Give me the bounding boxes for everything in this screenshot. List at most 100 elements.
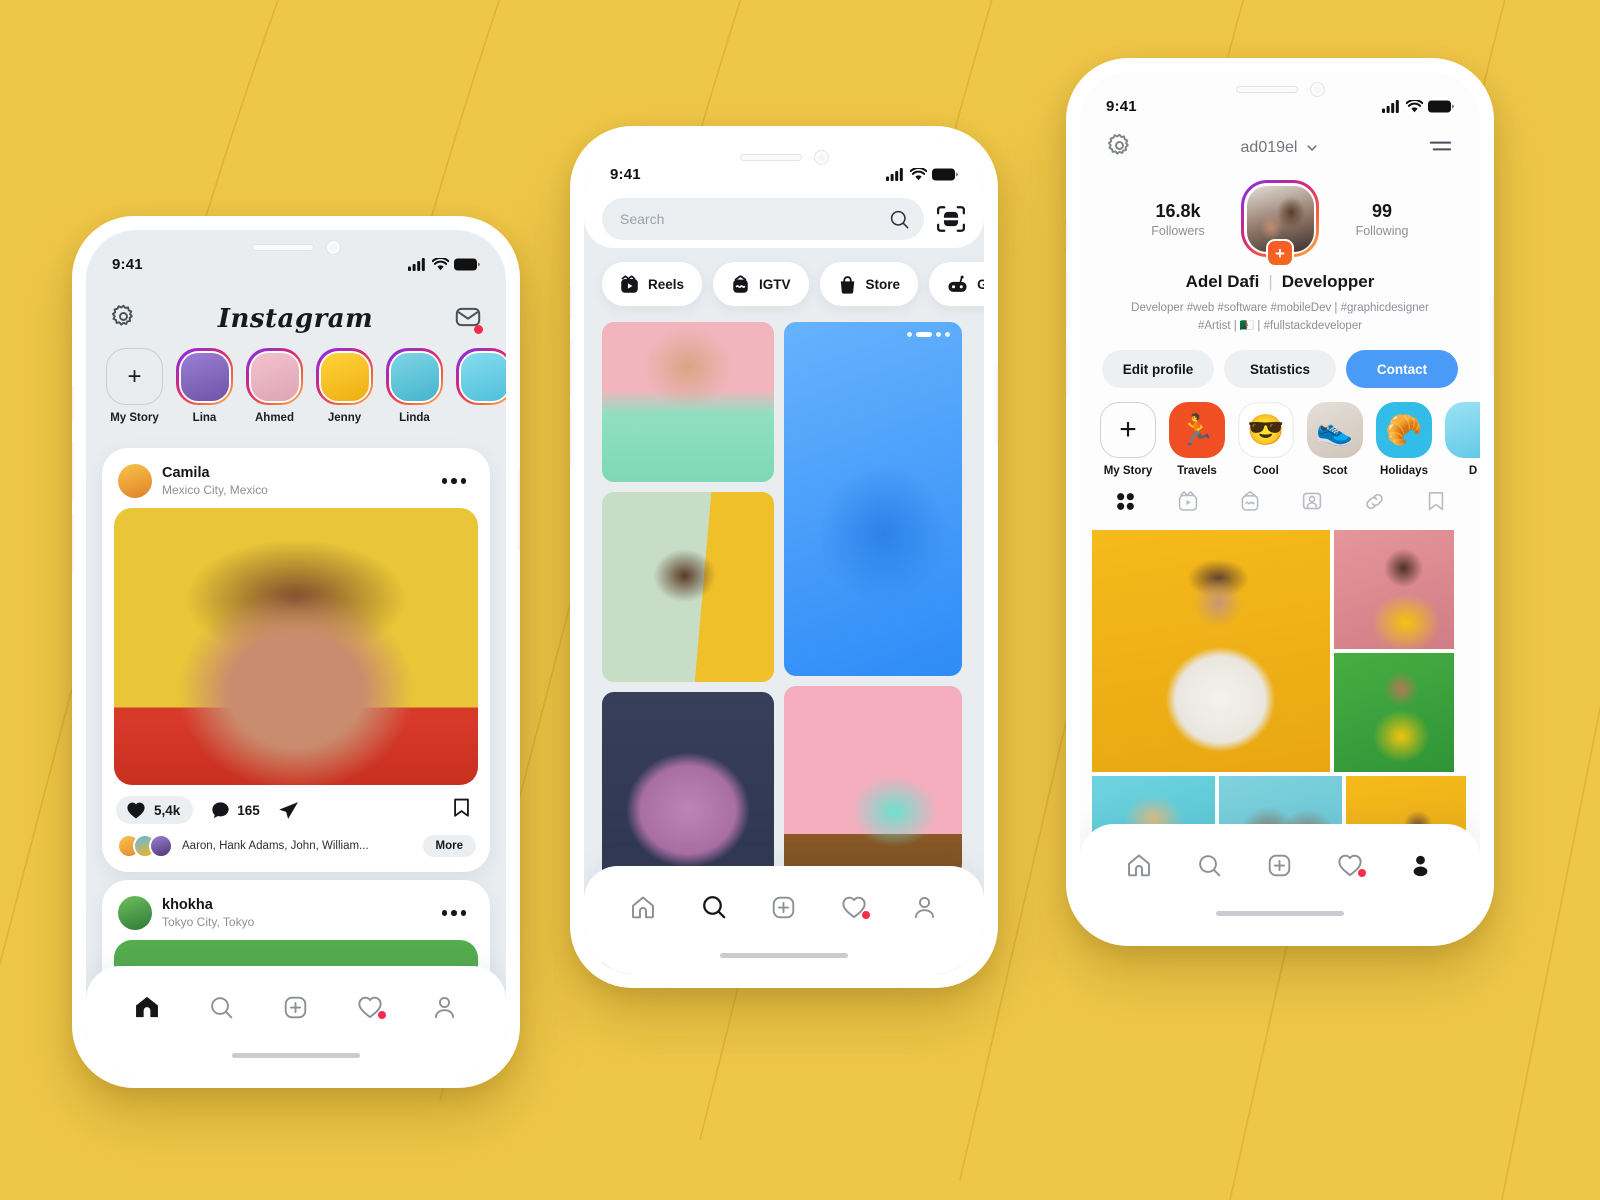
profile-name-row: Adel Dafi | Developper: [1185, 272, 1375, 291]
comment-button[interactable]: 165: [211, 801, 260, 820]
tab-home[interactable]: [1119, 848, 1159, 882]
tab-activity[interactable]: [834, 890, 874, 924]
story-my-story[interactable]: + My Story: [106, 348, 163, 424]
tab-profile[interactable]: [425, 990, 465, 1024]
story-ahmed[interactable]: Ahmed: [246, 348, 303, 424]
explore-cell-man-against-wall[interactable]: [602, 492, 774, 682]
highlight-travels[interactable]: 🏃 Travels: [1169, 402, 1225, 477]
tab-grid[interactable]: [1114, 490, 1137, 518]
chip-games[interactable]: Games: [929, 262, 984, 306]
chip-reels[interactable]: Reels: [602, 262, 703, 306]
more-dots-icon[interactable]: [441, 910, 473, 916]
earpiece-speaker: [1235, 86, 1298, 93]
explore-cell-purple-hat[interactable]: [602, 692, 774, 882]
following-stat[interactable]: 99 Following: [1341, 201, 1423, 238]
tab-search[interactable]: [202, 990, 242, 1024]
explore-cell-blue-violin[interactable]: [784, 322, 962, 676]
tab-home[interactable]: [623, 890, 663, 924]
profile-bio: Developer #web #software #mobileDev | #g…: [1106, 300, 1454, 336]
share-button[interactable]: [278, 801, 299, 820]
hamburger-menu-icon[interactable]: [1427, 136, 1454, 161]
chip-igtv[interactable]: IGTV: [713, 262, 809, 306]
category-chips[interactable]: Reels IGTV Store G: [584, 262, 984, 306]
highlight-partial[interactable]: D: [1445, 402, 1480, 477]
tab-links[interactable]: [1363, 490, 1386, 518]
tab-reels[interactable]: [1177, 490, 1199, 518]
phone-power-button[interactable]: [997, 364, 998, 444]
phone-power-button[interactable]: [519, 468, 520, 550]
phone-mute-button[interactable]: [570, 286, 571, 318]
wifi-icon: [432, 258, 449, 271]
phone-volume-up-button[interactable]: [1066, 270, 1067, 326]
highlight-holidays[interactable]: 🥐 Holidays: [1376, 402, 1432, 477]
search-icon[interactable]: [889, 209, 910, 230]
phone-volume-down-button[interactable]: [1066, 340, 1067, 396]
more-button[interactable]: More: [422, 835, 476, 857]
phone-mute-button[interactable]: [72, 386, 73, 420]
phone-volume-up-button[interactable]: [72, 442, 73, 500]
like-button[interactable]: 5,4k: [116, 796, 194, 824]
post-author[interactable]: Camila: [162, 465, 268, 482]
tab-home[interactable]: [127, 990, 167, 1024]
home-indicator[interactable]: [232, 1053, 360, 1058]
explore-cell-elderly-man-cheering[interactable]: [784, 686, 962, 876]
more-dots-icon[interactable]: [441, 478, 473, 484]
story-highlights[interactable]: + My Story 🏃 Travels 😎 Cool 👟 Scot 🥐 Hol…: [1080, 402, 1480, 477]
post-author[interactable]: khokha: [162, 897, 254, 914]
phone-mute-button[interactable]: [1066, 218, 1067, 250]
feed-screen: 9:41 Instagram + My Story Lina Ahmed Jen…: [86, 230, 506, 1074]
tab-search[interactable]: [694, 890, 734, 924]
post-header: Camila Mexico City, Mexico: [114, 460, 478, 508]
explore-cell-woman-with-phone[interactable]: [602, 322, 774, 482]
stories-row[interactable]: + My Story Lina Ahmed Jenny Linda: [86, 348, 506, 424]
tab-igtv[interactable]: [1239, 490, 1261, 518]
profile-username-dropdown[interactable]: ad019el: [1241, 139, 1320, 157]
grid-cell-man-yellow-bg[interactable]: [1092, 530, 1330, 772]
avatar[interactable]: [118, 464, 152, 498]
followers-stat[interactable]: 16.8k Followers: [1137, 201, 1219, 238]
tab-create[interactable]: [276, 990, 316, 1024]
story-partial[interactable]: [456, 348, 506, 424]
tab-activity[interactable]: [1330, 848, 1370, 882]
phone-volume-up-button[interactable]: [570, 338, 571, 394]
post-likers[interactable]: Aaron, Hank Adams, John, William... More: [114, 832, 478, 860]
profile-avatar[interactable]: +: [1241, 180, 1319, 267]
tab-saved[interactable]: [1426, 490, 1446, 518]
tab-create[interactable]: [764, 890, 804, 924]
statistics-button[interactable]: Statistics: [1224, 350, 1336, 388]
tab-profile[interactable]: [905, 890, 945, 924]
grid-cell-man-yellow-shirt[interactable]: [1334, 530, 1454, 649]
tab-activity[interactable]: [350, 990, 390, 1024]
grid-cell-woman-green-bg[interactable]: [1334, 653, 1454, 772]
chip-store[interactable]: Store: [819, 262, 919, 306]
tab-create[interactable]: [1260, 848, 1300, 882]
gear-icon[interactable]: [110, 303, 137, 335]
edit-profile-button[interactable]: Edit profile: [1102, 350, 1214, 388]
highlight-my-story[interactable]: + My Story: [1100, 402, 1156, 477]
story-lina[interactable]: Lina: [176, 348, 233, 424]
phone-volume-down-button[interactable]: [570, 408, 571, 464]
avatar[interactable]: [118, 896, 152, 930]
search-input-wrapper[interactable]: [602, 198, 924, 240]
envelope-icon[interactable]: [454, 303, 483, 336]
plus-icon[interactable]: +: [1266, 239, 1294, 267]
instagram-logo: Instagram: [217, 304, 374, 334]
phone-power-button[interactable]: [1493, 296, 1494, 376]
tab-profile[interactable]: [1401, 848, 1441, 882]
story-linda[interactable]: Linda: [386, 348, 443, 424]
save-button[interactable]: [453, 797, 474, 823]
contact-button[interactable]: Contact: [1346, 350, 1458, 388]
tab-tagged[interactable]: [1301, 490, 1323, 518]
scan-qr-icon[interactable]: [936, 205, 966, 233]
feed-header: Instagram: [86, 292, 506, 346]
highlight-cool[interactable]: 😎 Cool: [1238, 402, 1294, 477]
home-indicator[interactable]: [1216, 911, 1344, 916]
highlight-scot[interactable]: 👟 Scot: [1307, 402, 1363, 477]
search-input[interactable]: [620, 211, 889, 227]
story-jenny[interactable]: Jenny: [316, 348, 373, 424]
phone-volume-down-button[interactable]: [72, 514, 73, 572]
home-indicator[interactable]: [720, 953, 848, 958]
post-image[interactable]: [114, 508, 478, 785]
tab-search[interactable]: [1190, 848, 1230, 882]
gear-icon[interactable]: [1106, 132, 1133, 164]
